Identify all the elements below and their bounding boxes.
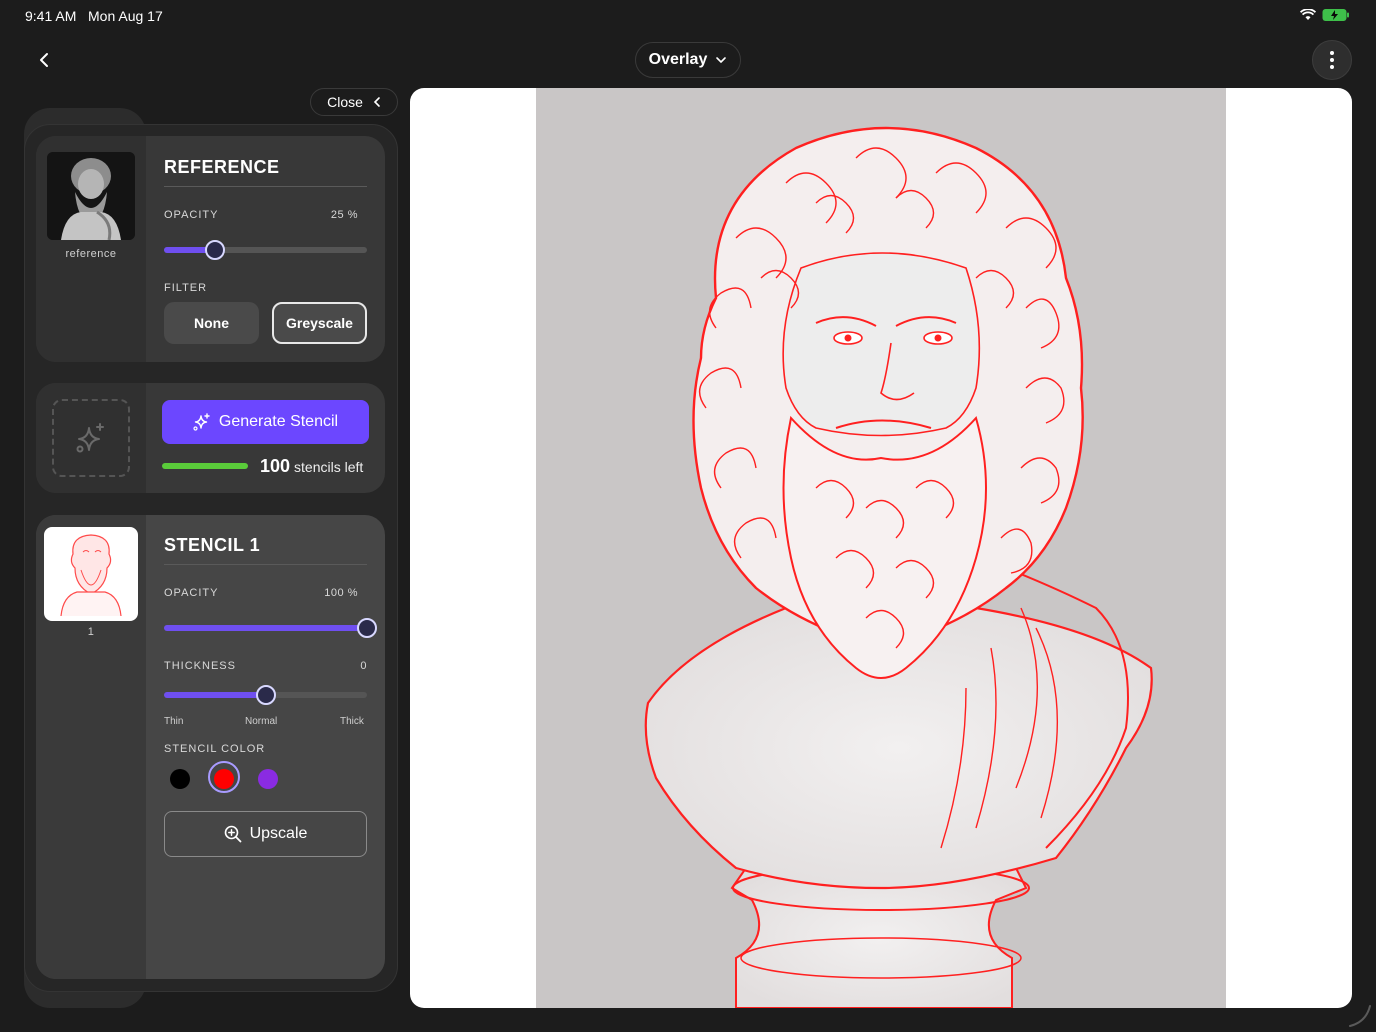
thickness-label: THICKNESS [164,660,236,672]
stencil-preview-icon [47,530,135,618]
more-options-button[interactable] [1312,40,1352,80]
reference-opacity-slider[interactable] [164,240,367,260]
stencil-opacity-value: 100 % [324,587,358,599]
reference-thumbnail[interactable] [47,152,135,240]
status-time: 9:41 AM [25,8,77,24]
reference-thumb-caption: reference [65,248,117,260]
stencil-layer-card: 1 STENCIL 1 OPACITY 100 % THICKNESS 0 Th… [36,515,385,979]
reference-opacity-label: OPACITY [164,209,219,221]
stencil-opacity-slider[interactable] [164,618,377,638]
thickness-fill [164,692,266,698]
generate-stencil-button[interactable]: Generate Stencil [162,400,369,444]
stencil-divider [164,564,367,565]
credits-progress-bar [162,463,248,469]
chevron-left-icon [40,53,48,67]
close-panel-button[interactable]: Close [310,88,398,116]
sparkle-icon [193,413,210,431]
back-button[interactable] [30,46,58,74]
credits-text: stencils left [294,459,364,475]
more-vertical-icon [1330,51,1334,69]
upscale-button[interactable]: Upscale [164,811,367,857]
stencil-thumbnail[interactable] [44,527,138,621]
empty-stencil-slot[interactable] [52,399,130,477]
reference-layer-card: reference REFERENCE OPACITY 25 % FILTER … [36,136,385,362]
wifi-icon [1300,9,1316,20]
stencil-title: STENCIL 1 [164,535,261,555]
battery-charging-icon [1322,9,1349,21]
stencil-overlay-artwork [536,88,1226,1008]
status-date: Mon Aug 17 [88,8,163,24]
stencil-color-label: STENCIL COLOR [164,743,266,755]
thickness-tick-normal: Normal [245,716,278,727]
chevron-down-icon [716,57,727,64]
reference-opacity-knob[interactable] [204,240,225,260]
filter-none-button[interactable]: None [164,302,259,344]
mode-dropdown-label: Overlay [648,51,708,68]
generate-stencil-card: Generate Stencil 100 stencils left [36,383,385,493]
bust-photo-icon [47,152,135,240]
close-panel-label: Close [327,94,363,110]
stencil-opacity-fill [164,625,367,631]
status-icons [1300,8,1350,22]
color-swatch-black[interactable] [170,769,190,789]
color-swatch-purple[interactable] [258,769,278,789]
reference-title: REFERENCE [164,157,280,177]
drawing-canvas[interactable] [410,88,1352,1008]
thickness-value: 0 [360,660,367,672]
resize-grip-icon[interactable] [1346,1002,1372,1028]
stencil-opacity-label: OPACITY [164,587,219,599]
sparkle-icon [76,423,104,453]
generate-stencil-label: Generate Stencil [218,413,339,430]
credits-remaining: 100 stencils left [260,456,363,477]
stencil-opacity-knob[interactable] [357,618,377,638]
filter-greyscale-button[interactable]: Greyscale [272,302,367,344]
stencil-thumb-caption: 1 [87,626,95,638]
zoom-in-icon [224,825,241,843]
thickness-tick-thin: Thin [164,716,184,727]
thickness-slider[interactable] [164,685,367,705]
color-swatch-red[interactable] [214,769,234,789]
reference-opacity-value: 25 % [330,209,358,221]
bust-stencil-image [644,126,1153,1008]
chevron-left-icon [373,97,380,107]
upscale-label: Upscale [249,825,308,842]
mode-dropdown[interactable]: Overlay [635,42,741,78]
reference-filter-label: FILTER [164,282,208,294]
thickness-tick-thick: Thick [340,716,364,727]
credits-count: 100 [260,456,291,476]
thickness-knob[interactable] [255,685,276,705]
reference-divider [164,186,367,187]
